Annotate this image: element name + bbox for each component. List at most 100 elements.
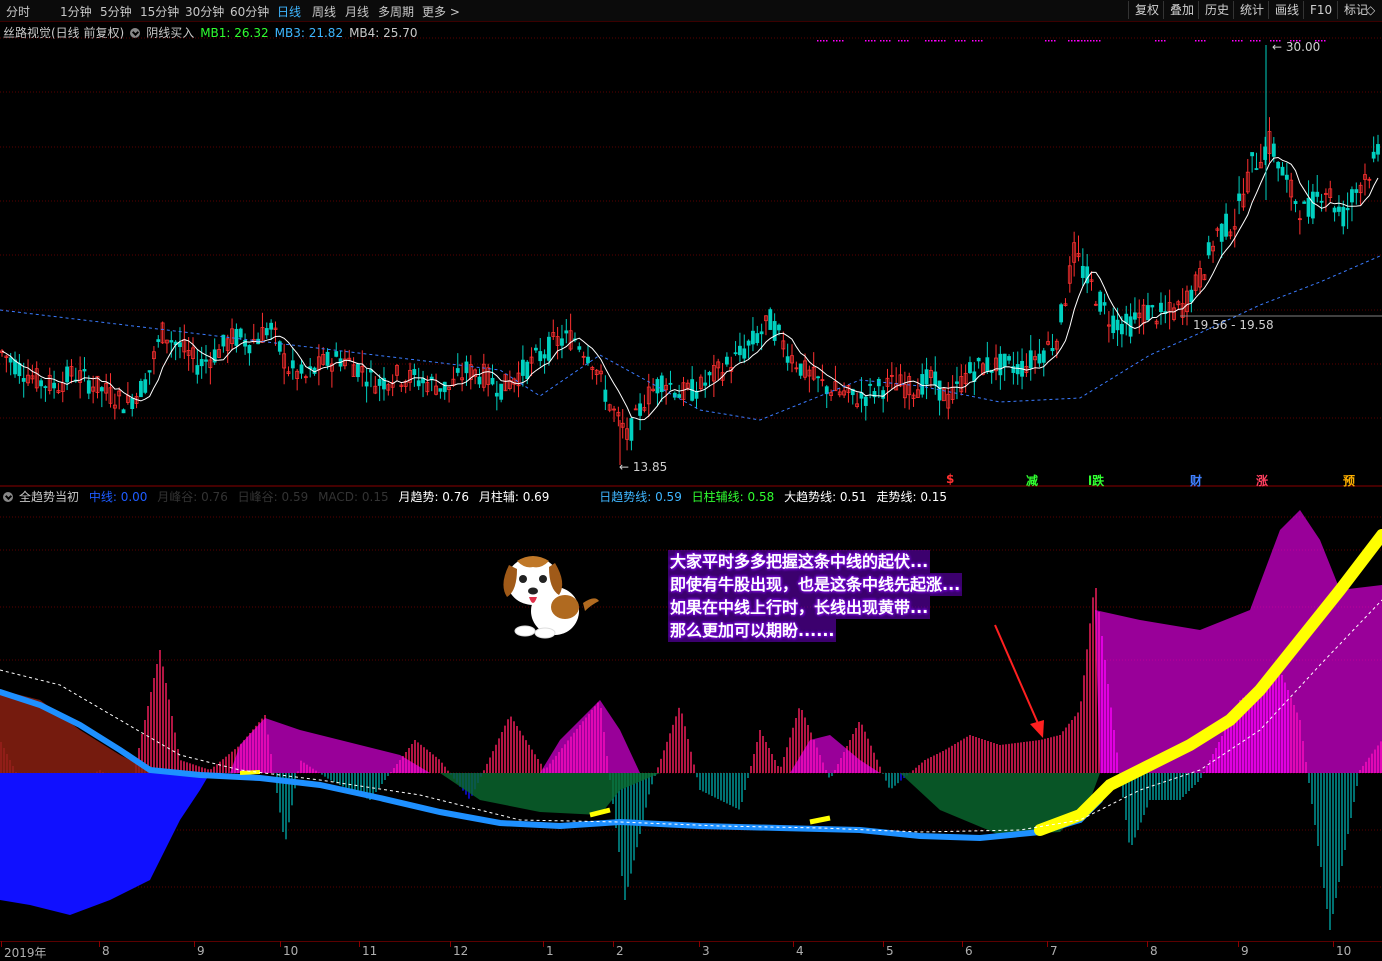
mb4-value: MB4: 25.70 xyxy=(349,26,418,40)
candle-body xyxy=(1198,268,1202,288)
legend-day-peak: 日峰谷: 0.59 xyxy=(237,490,309,504)
signal-dot xyxy=(1155,40,1157,42)
period-tab-more[interactable]: 更多 > xyxy=(422,3,460,20)
candle-body xyxy=(503,373,508,392)
candle-body xyxy=(716,361,721,369)
candle-body xyxy=(659,375,664,393)
candle-body xyxy=(599,370,603,375)
candle-body xyxy=(872,391,877,398)
legend-month-trend: 月趋势: 0.76 xyxy=(398,490,470,504)
candle-body xyxy=(451,378,456,386)
history-button[interactable]: 历史 xyxy=(1198,1,1235,19)
candle-body xyxy=(781,340,786,350)
draw-line-button[interactable]: 画线 xyxy=(1268,1,1305,19)
candle-body xyxy=(17,362,22,377)
candle-body xyxy=(1310,191,1315,219)
restore-rights-button[interactable]: 复权 xyxy=(1128,1,1165,19)
xaxis-label: 4 xyxy=(793,941,804,958)
candle-body xyxy=(212,349,217,363)
candle-body xyxy=(555,336,560,346)
candle-body xyxy=(1133,312,1137,320)
candle-body xyxy=(1128,316,1133,337)
candle-body xyxy=(234,328,239,346)
candle-body xyxy=(1033,356,1037,361)
candle-body xyxy=(1085,266,1090,284)
xaxis-label: 2 xyxy=(613,941,624,958)
f10-button[interactable]: F10 xyxy=(1303,1,1338,19)
candle-body xyxy=(1232,226,1237,230)
period-tab-5min[interactable]: 5分钟 xyxy=(100,3,132,20)
signal-dot xyxy=(978,40,980,42)
xaxis-label: 3 xyxy=(699,941,710,958)
statistics-button[interactable]: 统计 xyxy=(1233,1,1270,19)
kline-chart[interactable] xyxy=(0,0,1382,960)
candle-body xyxy=(1237,193,1241,202)
candle-body xyxy=(929,369,933,379)
period-tab-weekly[interactable]: 周线 xyxy=(312,3,336,20)
candle-body xyxy=(768,309,773,330)
overlay-button[interactable]: 叠加 xyxy=(1163,1,1200,19)
candle-body xyxy=(655,379,660,394)
period-tab-30min[interactable]: 30分钟 xyxy=(185,3,224,20)
signal-dot xyxy=(1164,40,1166,42)
candle-body xyxy=(438,388,443,392)
candle-body xyxy=(1106,324,1111,327)
candle-body xyxy=(78,370,83,383)
candle-body xyxy=(1241,193,1246,208)
signal-dot xyxy=(836,40,838,42)
period-tab-15min[interactable]: 15分钟 xyxy=(140,3,179,20)
candle-body xyxy=(1007,356,1011,361)
sub-indicator-name[interactable]: 全趋势当初 xyxy=(19,490,79,504)
signal-dot xyxy=(1204,40,1206,42)
annotation-line-3: 如果在中线上行时，长线出现黄带... xyxy=(668,596,931,619)
period-tab-60min[interactable]: 60分钟 xyxy=(230,3,269,20)
diamond-icon[interactable]: ◇ xyxy=(1364,1,1377,19)
candle-body xyxy=(594,369,599,376)
candle-body xyxy=(1172,307,1176,320)
candle-body xyxy=(1059,304,1064,323)
candle-body xyxy=(434,385,438,395)
period-tab-multi[interactable]: 多周期 xyxy=(378,3,414,20)
candle-body xyxy=(329,363,334,372)
candle-body xyxy=(534,347,538,351)
signal-dot xyxy=(833,40,835,42)
signal-dot xyxy=(842,40,844,42)
candle-body xyxy=(551,332,556,337)
candle-body xyxy=(1072,242,1077,263)
candle-body xyxy=(681,382,686,400)
signal-dot xyxy=(874,40,876,42)
candle-body xyxy=(130,397,135,410)
candle-body xyxy=(876,378,881,387)
period-tab-daily[interactable]: 日线 xyxy=(277,3,301,20)
xaxis-label: 10 xyxy=(279,941,299,958)
signal-dot xyxy=(1077,40,1079,42)
dropdown-icon[interactable] xyxy=(3,492,13,502)
period-tab-monthly[interactable]: 月线 xyxy=(345,3,369,20)
xaxis-label: 9 xyxy=(1238,941,1249,958)
candle-body xyxy=(112,404,117,409)
legend-month-aux: 月柱辅: 0.69 xyxy=(478,490,550,504)
candle-body xyxy=(976,357,981,362)
signal-dot xyxy=(1201,40,1203,42)
candle-body xyxy=(1180,303,1185,318)
candle-body xyxy=(968,362,972,374)
candle-body xyxy=(477,376,482,385)
candle-body xyxy=(1124,313,1129,324)
signal-dot xyxy=(839,40,841,42)
candle-body xyxy=(1163,311,1168,314)
dropdown-icon[interactable] xyxy=(130,28,141,38)
candle-body xyxy=(920,374,925,395)
period-tab-1min[interactable]: 1分钟 xyxy=(60,3,92,20)
candle-body xyxy=(529,356,534,364)
candle-body xyxy=(1250,152,1255,157)
candle-body xyxy=(868,383,873,386)
indicator-name[interactable]: 阴线买入 xyxy=(146,26,194,40)
signal-dot xyxy=(820,40,822,42)
period-tab-fenshi[interactable]: 分时 xyxy=(6,3,30,20)
signal-reduce: 减 xyxy=(1026,474,1039,488)
candle-body xyxy=(1297,218,1302,221)
candle-body xyxy=(421,378,425,384)
signal-dot xyxy=(1250,40,1252,42)
candle-body xyxy=(182,339,187,353)
signal-dot xyxy=(901,40,903,42)
